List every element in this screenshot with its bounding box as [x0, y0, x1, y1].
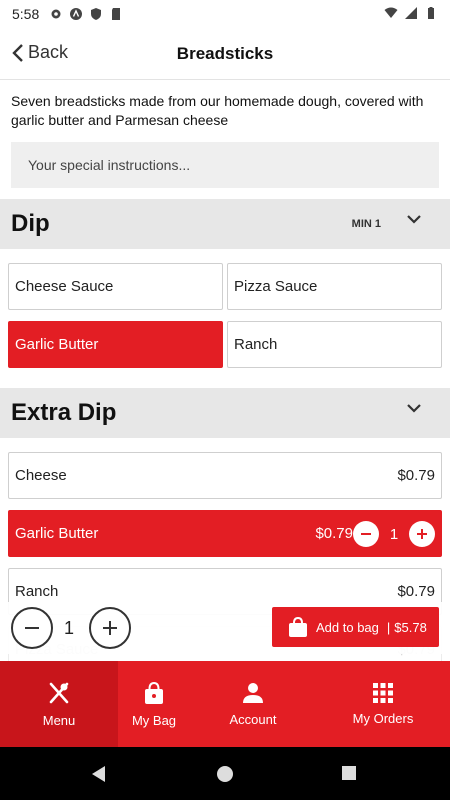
extra-dip-section-header[interactable]: Extra Dip	[0, 388, 450, 438]
status-time: 5:58	[12, 6, 40, 22]
item-quantity-stepper: 1	[353, 521, 435, 547]
section-title: Extra Dip	[11, 399, 117, 426]
chevron-down-icon	[407, 215, 421, 224]
back-label: Back	[28, 42, 69, 62]
min-selection-label: MIN 1	[351, 218, 381, 230]
item-quantity: 1	[389, 525, 399, 543]
option-label: Pizza Sauce	[234, 278, 318, 295]
nav-label: My Orders	[352, 710, 414, 726]
signal-icon	[405, 7, 417, 19]
wifi-icon	[384, 7, 398, 18]
increase-button[interactable]	[409, 521, 435, 547]
dip-section-header[interactable]: Dip MIN 1	[0, 199, 450, 249]
item-price: $0.79	[315, 525, 353, 542]
chevron-down-icon	[407, 404, 421, 413]
add-to-bag-button[interactable]: Add to bag | $5.78	[272, 607, 439, 647]
item-label: Ranch	[15, 583, 59, 600]
bag-icon	[289, 616, 307, 637]
quantity-bar: 1 Add to bag | $5.78	[0, 602, 450, 654]
increase-quantity-button[interactable]	[89, 607, 131, 649]
item-label: Cheese	[15, 467, 67, 484]
fork-knife-icon	[49, 682, 69, 703]
option-label: Cheese Sauce	[15, 278, 114, 295]
nav-label: Menu	[42, 712, 76, 728]
battery-icon	[428, 7, 434, 19]
nav-label: Account	[229, 711, 277, 727]
dip-option-ranch[interactable]: Ranch	[227, 321, 442, 368]
decrease-button[interactable]	[353, 521, 379, 547]
page-title: Breadsticks	[176, 43, 274, 63]
option-label: Ranch	[234, 336, 278, 353]
price-divider: |	[386, 619, 391, 635]
status-system-icons	[384, 6, 438, 20]
minus-icon	[361, 533, 371, 535]
item-price: $0.79	[397, 583, 435, 600]
status-bar: 5:58	[0, 0, 450, 28]
recents-square-icon[interactable]	[341, 765, 357, 781]
app-icon	[70, 8, 83, 20]
extra-dip-item-cheese[interactable]: Cheese $0.79	[8, 452, 442, 499]
nav-item-account[interactable]: Account	[190, 661, 316, 747]
chevron-left-icon	[12, 43, 23, 62]
item-price: $0.79	[397, 467, 435, 484]
plus-icon	[417, 529, 427, 539]
add-to-bag-label: Add to bag	[316, 619, 379, 635]
section-title: Dip	[11, 210, 50, 237]
dip-option-pizza-sauce[interactable]: Pizza Sauce	[227, 263, 442, 310]
bottom-navigation: Menu My Bag Account My Orders	[0, 661, 450, 747]
nav-label: My Bag	[131, 712, 177, 728]
dip-option-garlic-butter[interactable]: Garlic Butter	[8, 321, 223, 368]
special-instructions-input[interactable]	[11, 142, 439, 188]
plus-icon	[103, 621, 117, 635]
item-label: Garlic Butter	[15, 525, 99, 542]
dip-option-cheese-sauce[interactable]: Cheese Sauce	[8, 263, 223, 310]
nav-item-my-bag[interactable]: My Bag	[118, 661, 190, 747]
add-to-bag-price: $5.78	[394, 619, 427, 635]
bag-icon	[145, 681, 163, 704]
back-triangle-icon[interactable]	[90, 765, 108, 783]
extra-dip-item-garlic-butter[interactable]: Garlic Butter $0.79 1	[8, 510, 442, 557]
person-icon	[243, 682, 263, 703]
quantity-value: 1	[64, 618, 75, 638]
grid-icon	[373, 682, 393, 703]
back-button[interactable]: Back	[12, 42, 68, 63]
nav-item-menu[interactable]: Menu	[0, 661, 118, 747]
android-navigation-bar	[0, 747, 450, 800]
option-label: Garlic Butter	[15, 336, 99, 353]
status-notification-icons	[49, 7, 123, 21]
nav-item-my-orders[interactable]: My Orders	[316, 661, 450, 747]
shield-icon	[91, 8, 102, 20]
sd-card-icon	[112, 8, 121, 20]
decrease-quantity-button[interactable]	[11, 607, 53, 649]
home-circle-icon[interactable]	[216, 765, 234, 783]
header-bar: Back Breadsticks	[0, 28, 450, 80]
gear-icon	[51, 9, 61, 19]
item-description: Seven breadsticks made from our homemade…	[11, 93, 424, 128]
minus-icon	[25, 627, 39, 629]
